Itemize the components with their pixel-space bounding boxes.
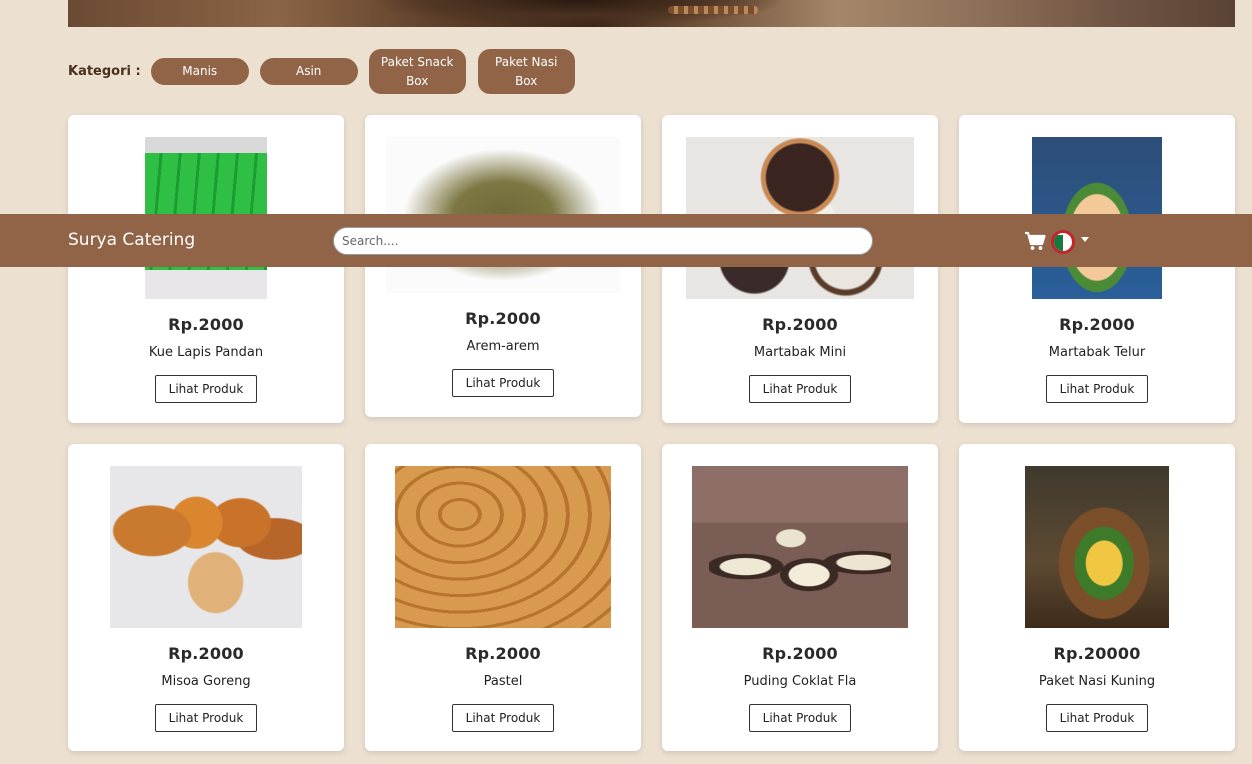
category-label: Kategori :	[68, 64, 141, 79]
product-name: Arem-arem	[466, 339, 540, 354]
product-image	[692, 466, 908, 628]
top-navbar: Surya Catering	[0, 214, 1252, 267]
product-price: Rp.2000	[168, 315, 244, 334]
product-name: Martabak Telur	[1048, 345, 1146, 360]
brand-logo-text[interactable]: Surya Catering	[68, 230, 195, 250]
product-image	[395, 466, 611, 628]
view-product-button[interactable]: Lihat Produk	[1046, 704, 1148, 732]
product-card: Rp.2000 Pastel Lihat Produk	[365, 444, 641, 751]
product-price: Rp.2000	[465, 309, 541, 328]
product-image	[1025, 466, 1169, 628]
product-card: Rp.2000 Puding Coklat Fla Lihat Produk	[662, 444, 938, 751]
product-name: Puding Coklat Fla	[743, 674, 857, 689]
view-product-button[interactable]: Lihat Produk	[452, 369, 554, 397]
category-manis-button[interactable]: Manis	[150, 58, 249, 85]
view-product-button[interactable]: Lihat Produk	[155, 375, 257, 403]
view-product-button[interactable]: Lihat Produk	[452, 704, 554, 732]
product-name: Martabak Mini	[753, 345, 847, 360]
product-name: Paket Nasi Kuning	[1038, 674, 1156, 689]
product-price: Rp.20000	[1053, 644, 1141, 663]
category-bar: Kategori : Manis Asin Paket Snack Box Pa…	[68, 49, 587, 94]
view-product-button[interactable]: Lihat Produk	[1046, 375, 1148, 403]
category-paket-nasi-box-button[interactable]: Paket Nasi Box	[477, 49, 575, 94]
product-name: Misoa Goreng	[161, 674, 251, 689]
hero-banner-image	[68, 0, 1235, 27]
product-price: Rp.2000	[762, 315, 838, 334]
product-card: Rp.2000 Martabak Mini Lihat Produk	[662, 115, 938, 423]
view-product-button[interactable]: Lihat Produk	[155, 704, 257, 732]
product-price: Rp.2000	[762, 644, 838, 663]
product-image	[110, 466, 302, 628]
category-paket-snack-box-button[interactable]: Paket Snack Box	[368, 49, 466, 94]
view-product-button[interactable]: Lihat Produk	[749, 704, 851, 732]
cart-icon[interactable]	[1024, 231, 1046, 251]
product-price: Rp.2000	[168, 644, 244, 663]
product-name: Pastel	[483, 674, 523, 689]
product-card: Rp.2000 Kue Lapis Pandan Lihat Produk	[68, 115, 344, 423]
product-price: Rp.2000	[1059, 315, 1135, 334]
product-card: Rp.2000 Martabak Telur Lihat Produk	[959, 115, 1235, 423]
view-product-button[interactable]: Lihat Produk	[749, 375, 851, 403]
category-asin-button[interactable]: Asin	[259, 58, 358, 85]
product-price: Rp.2000	[465, 644, 541, 663]
caret-down-icon[interactable]	[1081, 237, 1089, 242]
product-name: Kue Lapis Pandan	[148, 345, 264, 360]
product-card: Rp.2000 Misoa Goreng Lihat Produk	[68, 444, 344, 751]
product-card: Rp.20000 Paket Nasi Kuning Lihat Produk	[959, 444, 1235, 751]
search-input[interactable]	[333, 227, 873, 255]
flag-icon[interactable]	[1051, 230, 1075, 254]
